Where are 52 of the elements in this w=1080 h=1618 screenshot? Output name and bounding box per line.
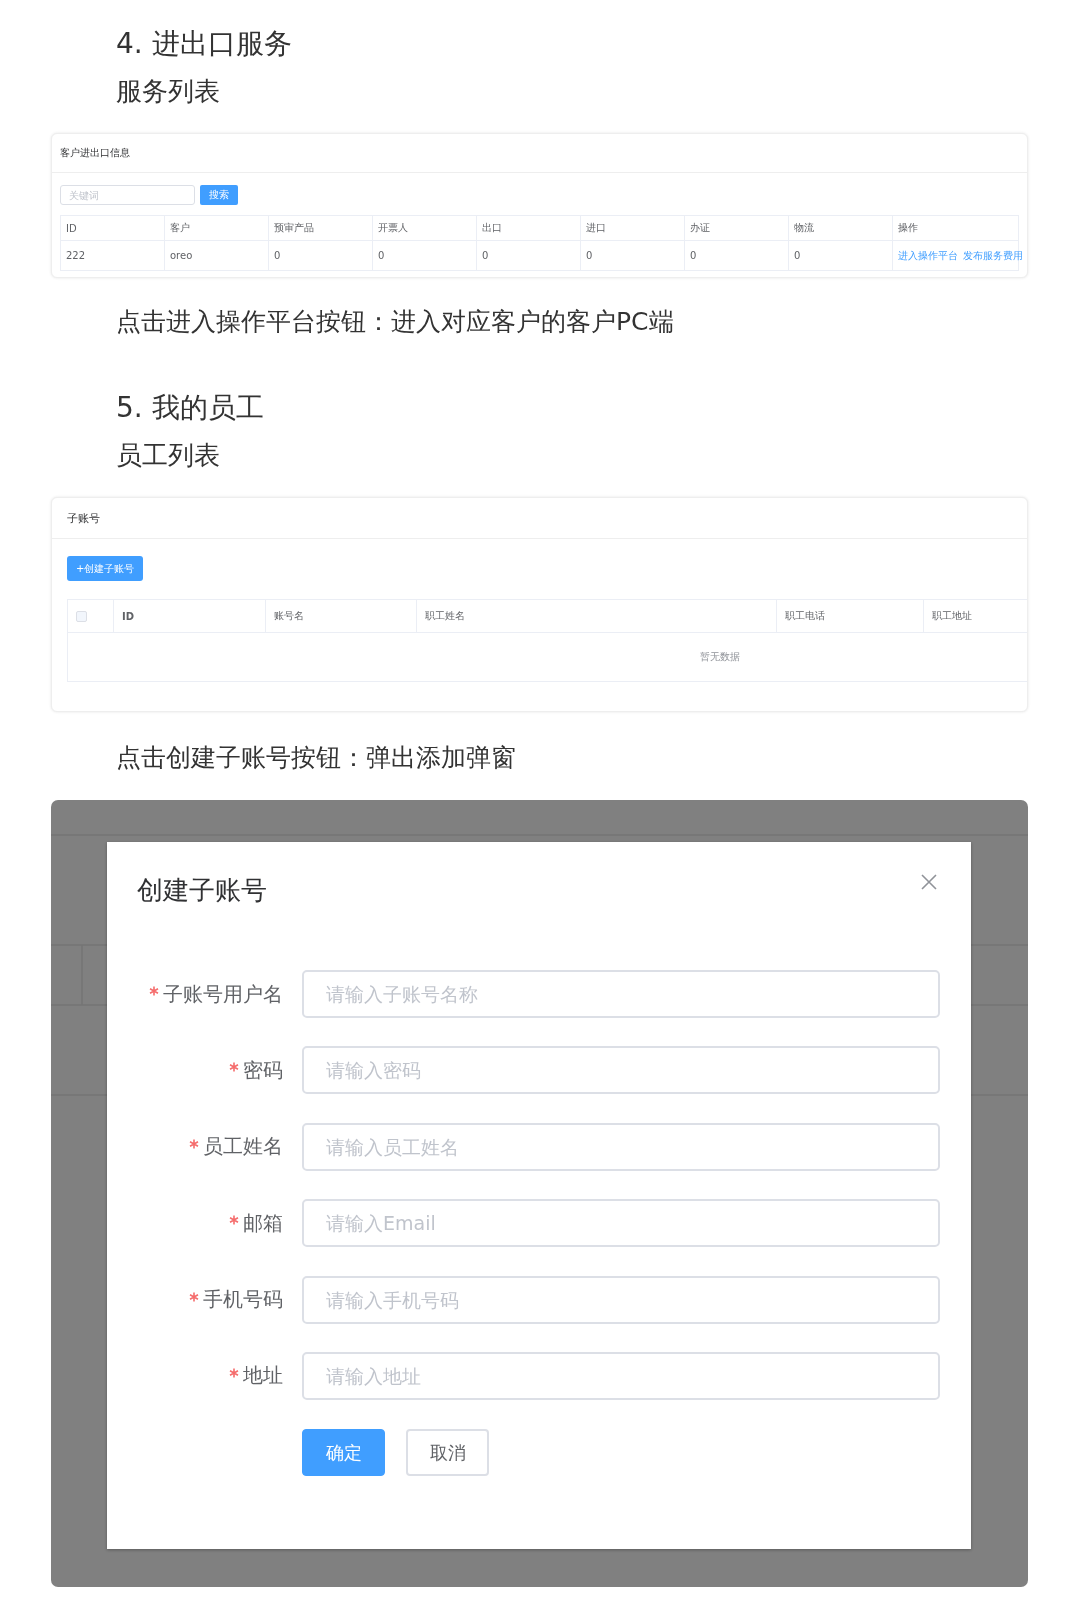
card-title: 客户进出口信息: [60, 146, 130, 160]
table-cell: 0: [684, 240, 789, 271]
note-text: 点击进入操作平台按钮：进入对应客户的客户PC端: [116, 307, 674, 336]
table-cell: oreo: [164, 240, 269, 271]
table-cell: 222: [60, 240, 165, 271]
search-button[interactable]: 搜索: [200, 185, 238, 205]
table-cell: 0: [476, 240, 581, 271]
column-header: 物流: [788, 215, 893, 241]
column-header: 账号名: [265, 599, 417, 633]
note-text: 点击创建子账号按钮：弹出添加弹窗: [116, 743, 516, 772]
select-all-checkbox[interactable]: [76, 610, 87, 622]
column-header: 进口: [580, 215, 685, 241]
column-header: 办证: [684, 215, 789, 241]
confirm-button[interactable]: 确定: [302, 1429, 385, 1477]
table-cell: 0: [372, 240, 477, 271]
table-cell: 0: [580, 240, 685, 271]
field-label: 子账号用户名: [163, 980, 283, 1008]
input-field[interactable]: 请输入密码: [302, 1046, 940, 1095]
card-title: 子账号: [67, 510, 100, 526]
table-cell: 0: [788, 240, 893, 271]
create-account-button[interactable]: +创建子账号: [67, 556, 144, 581]
field-label: 手机号码: [203, 1286, 283, 1314]
action-link[interactable]: 进入操作平台: [898, 248, 958, 263]
column-header: 职工电话: [776, 599, 924, 633]
input-field[interactable]: 请输入手机号码: [302, 1275, 940, 1324]
column-header: 预审产品: [268, 215, 373, 241]
field-label: 员工姓名: [203, 1133, 283, 1161]
column-header: 出口: [476, 215, 581, 241]
column-header: ID: [60, 215, 165, 241]
input-field[interactable]: 请输入员工姓名: [302, 1122, 940, 1171]
section-heading: 4. 进出口服务: [116, 26, 292, 62]
section-subheading: 服务列表: [116, 75, 220, 108]
empty-text: 暂无数据: [699, 650, 740, 664]
input-field[interactable]: 请输入地址: [302, 1351, 940, 1400]
column-header: 职工地址: [923, 599, 1027, 633]
column-header: 职工姓名: [416, 599, 777, 633]
input-field[interactable]: 请输入子账号名称: [302, 970, 940, 1018]
input-field[interactable]: 请输入Email: [302, 1199, 940, 1248]
dialog-title: 创建子账号: [137, 874, 267, 907]
field-label: 地址: [243, 1362, 283, 1390]
table-cell: 0: [268, 240, 373, 271]
section-heading: 5. 我的员工: [116, 390, 264, 426]
field-label: 密码: [243, 1056, 283, 1084]
section-subheading: 员工列表: [116, 439, 220, 472]
column-header: 客户: [164, 215, 269, 241]
close-icon[interactable]: [921, 874, 937, 890]
action-link[interactable]: 发布服务费用: [963, 248, 1023, 263]
cancel-button[interactable]: 取消: [406, 1429, 489, 1477]
column-header: 操作: [892, 215, 1019, 241]
column-header: 开票人: [372, 215, 477, 241]
column-header: ID: [113, 599, 266, 633]
field-label: 邮箱: [243, 1209, 283, 1237]
